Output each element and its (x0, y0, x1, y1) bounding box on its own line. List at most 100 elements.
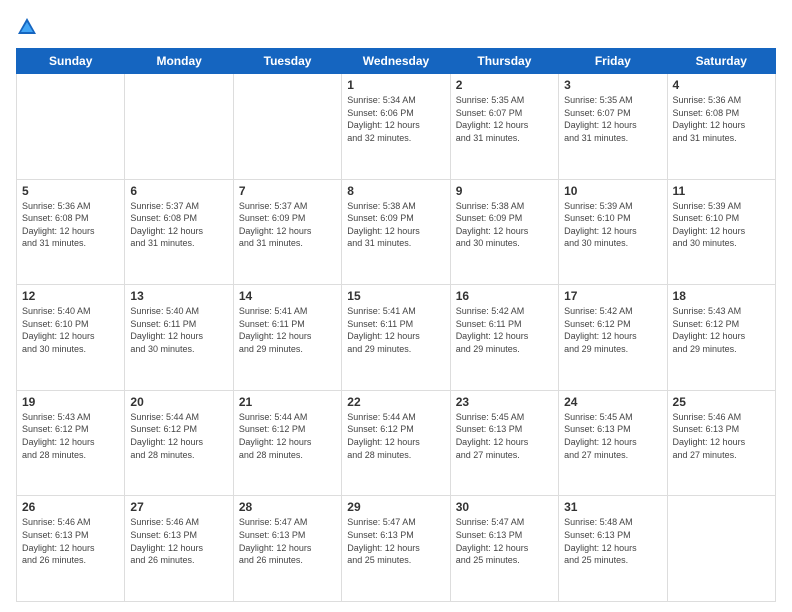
day-number: 28 (239, 500, 336, 514)
calendar-cell: 25 Sunrise: 5:46 AM Sunset: 6:13 PM Dayli… (667, 390, 775, 496)
day-info: Sunrise: 5:48 AM Sunset: 6:13 PM Dayligh… (564, 516, 661, 566)
day-number: 2 (456, 78, 553, 92)
day-number: 29 (347, 500, 444, 514)
calendar-cell: 6 Sunrise: 5:37 AM Sunset: 6:08 PM Daylig… (125, 179, 233, 285)
day-info: Sunrise: 5:45 AM Sunset: 6:13 PM Dayligh… (456, 411, 553, 461)
calendar-cell: 12 Sunrise: 5:40 AM Sunset: 6:10 PM Dayli… (17, 285, 125, 391)
day-number: 5 (22, 184, 119, 198)
header (16, 16, 776, 38)
calendar-week-row: 1 Sunrise: 5:34 AM Sunset: 6:06 PM Daylig… (17, 74, 776, 180)
day-info: Sunrise: 5:46 AM Sunset: 6:13 PM Dayligh… (22, 516, 119, 566)
calendar-week-row: 26 Sunrise: 5:46 AM Sunset: 6:13 PM Dayli… (17, 496, 776, 602)
day-number: 7 (239, 184, 336, 198)
logo-icon (16, 16, 38, 38)
calendar-cell: 3 Sunrise: 5:35 AM Sunset: 6:07 PM Daylig… (559, 74, 667, 180)
calendar-cell: 24 Sunrise: 5:45 AM Sunset: 6:13 PM Dayli… (559, 390, 667, 496)
day-number: 15 (347, 289, 444, 303)
calendar-cell: 4Sunrise: 5:36 AM Sunset: 6:08 PM Daylig… (667, 74, 775, 180)
day-info: Sunrise: 5:40 AM Sunset: 6:10 PM Dayligh… (22, 305, 119, 355)
calendar-cell: 11 Sunrise: 5:39 AM Sunset: 6:10 PM Dayli… (667, 179, 775, 285)
calendar-cell: 10 Sunrise: 5:39 AM Sunset: 6:10 PM Dayli… (559, 179, 667, 285)
calendar-cell: 8 Sunrise: 5:38 AM Sunset: 6:09 PM Daylig… (342, 179, 450, 285)
weekday-header: Friday (559, 49, 667, 74)
day-info: Sunrise: 5:42 AM Sunset: 6:12 PM Dayligh… (564, 305, 661, 355)
day-number: 26 (22, 500, 119, 514)
day-number: 17 (564, 289, 661, 303)
day-info: Sunrise: 5:34 AM Sunset: 6:06 PM Dayligh… (347, 94, 444, 144)
day-number: 19 (22, 395, 119, 409)
calendar-cell: 16 Sunrise: 5:42 AM Sunset: 6:11 PM Dayli… (450, 285, 558, 391)
day-info: Sunrise: 5:44 AM Sunset: 6:12 PM Dayligh… (130, 411, 227, 461)
calendar-cell: 7 Sunrise: 5:37 AM Sunset: 6:09 PM Daylig… (233, 179, 341, 285)
calendar-cell: 31 Sunrise: 5:48 AM Sunset: 6:13 PM Dayli… (559, 496, 667, 602)
calendar-cell: 1 Sunrise: 5:34 AM Sunset: 6:06 PM Daylig… (342, 74, 450, 180)
day-info: Sunrise: 5:39 AM Sunset: 6:10 PM Dayligh… (673, 200, 770, 250)
day-info: Sunrise: 5:46 AM Sunset: 6:13 PM Dayligh… (673, 411, 770, 461)
calendar-cell: 26 Sunrise: 5:46 AM Sunset: 6:13 PM Dayli… (17, 496, 125, 602)
day-number: 24 (564, 395, 661, 409)
day-number: 18 (673, 289, 770, 303)
day-info: Sunrise: 5:38 AM Sunset: 6:09 PM Dayligh… (456, 200, 553, 250)
calendar-cell: 9Sunrise: 5:38 AM Sunset: 6:09 PM Daylig… (450, 179, 558, 285)
day-info: Sunrise: 5:44 AM Sunset: 6:12 PM Dayligh… (239, 411, 336, 461)
day-info: Sunrise: 5:43 AM Sunset: 6:12 PM Dayligh… (673, 305, 770, 355)
day-number: 13 (130, 289, 227, 303)
day-info: Sunrise: 5:35 AM Sunset: 6:07 PM Dayligh… (456, 94, 553, 144)
calendar-table: SundayMondayTuesdayWednesdayThursdayFrid… (16, 48, 776, 602)
page: SundayMondayTuesdayWednesdayThursdayFrid… (0, 0, 792, 612)
day-number: 27 (130, 500, 227, 514)
calendar-week-row: 12 Sunrise: 5:40 AM Sunset: 6:10 PM Dayli… (17, 285, 776, 391)
calendar-cell: 23Sunrise: 5:45 AM Sunset: 6:13 PM Dayli… (450, 390, 558, 496)
day-number: 14 (239, 289, 336, 303)
calendar-cell: 30 Sunrise: 5:47 AM Sunset: 6:13 PM Dayli… (450, 496, 558, 602)
calendar-cell (125, 74, 233, 180)
calendar-cell: 27 Sunrise: 5:46 AM Sunset: 6:13 PM Dayli… (125, 496, 233, 602)
day-info: Sunrise: 5:43 AM Sunset: 6:12 PM Dayligh… (22, 411, 119, 461)
calendar-week-row: 5Sunrise: 5:36 AM Sunset: 6:08 PM Daylig… (17, 179, 776, 285)
day-number: 8 (347, 184, 444, 198)
day-info: Sunrise: 5:47 AM Sunset: 6:13 PM Dayligh… (239, 516, 336, 566)
weekday-header: Thursday (450, 49, 558, 74)
weekday-header-row: SundayMondayTuesdayWednesdayThursdayFrid… (17, 49, 776, 74)
day-number: 25 (673, 395, 770, 409)
day-number: 3 (564, 78, 661, 92)
calendar-cell: 29 Sunrise: 5:47 AM Sunset: 6:13 PM Dayli… (342, 496, 450, 602)
calendar-cell: 20 Sunrise: 5:44 AM Sunset: 6:12 PM Dayli… (125, 390, 233, 496)
calendar-week-row: 19 Sunrise: 5:43 AM Sunset: 6:12 PM Dayli… (17, 390, 776, 496)
calendar-cell: 22Sunrise: 5:44 AM Sunset: 6:12 PM Dayli… (342, 390, 450, 496)
day-number: 11 (673, 184, 770, 198)
day-info: Sunrise: 5:46 AM Sunset: 6:13 PM Dayligh… (130, 516, 227, 566)
calendar-cell (233, 74, 341, 180)
day-number: 4 (673, 78, 770, 92)
day-info: Sunrise: 5:37 AM Sunset: 6:08 PM Dayligh… (130, 200, 227, 250)
day-number: 6 (130, 184, 227, 198)
day-info: Sunrise: 5:37 AM Sunset: 6:09 PM Dayligh… (239, 200, 336, 250)
day-info: Sunrise: 5:41 AM Sunset: 6:11 PM Dayligh… (347, 305, 444, 355)
day-number: 12 (22, 289, 119, 303)
day-number: 10 (564, 184, 661, 198)
day-info: Sunrise: 5:35 AM Sunset: 6:07 PM Dayligh… (564, 94, 661, 144)
calendar-cell (667, 496, 775, 602)
day-number: 30 (456, 500, 553, 514)
day-info: Sunrise: 5:44 AM Sunset: 6:12 PM Dayligh… (347, 411, 444, 461)
day-info: Sunrise: 5:38 AM Sunset: 6:09 PM Dayligh… (347, 200, 444, 250)
calendar-cell: 15 Sunrise: 5:41 AM Sunset: 6:11 PM Dayli… (342, 285, 450, 391)
calendar-cell: 13Sunrise: 5:40 AM Sunset: 6:11 PM Dayli… (125, 285, 233, 391)
weekday-header: Wednesday (342, 49, 450, 74)
day-number: 31 (564, 500, 661, 514)
day-info: Sunrise: 5:39 AM Sunset: 6:10 PM Dayligh… (564, 200, 661, 250)
calendar-cell (17, 74, 125, 180)
day-number: 20 (130, 395, 227, 409)
weekday-header: Saturday (667, 49, 775, 74)
day-number: 16 (456, 289, 553, 303)
day-info: Sunrise: 5:47 AM Sunset: 6:13 PM Dayligh… (456, 516, 553, 566)
day-info: Sunrise: 5:45 AM Sunset: 6:13 PM Dayligh… (564, 411, 661, 461)
day-number: 1 (347, 78, 444, 92)
weekday-header: Sunday (17, 49, 125, 74)
calendar-cell: 17 Sunrise: 5:42 AM Sunset: 6:12 PM Dayli… (559, 285, 667, 391)
day-info: Sunrise: 5:42 AM Sunset: 6:11 PM Dayligh… (456, 305, 553, 355)
calendar-cell: 14 Sunrise: 5:41 AM Sunset: 6:11 PM Dayli… (233, 285, 341, 391)
day-number: 21 (239, 395, 336, 409)
day-info: Sunrise: 5:47 AM Sunset: 6:13 PM Dayligh… (347, 516, 444, 566)
day-info: Sunrise: 5:41 AM Sunset: 6:11 PM Dayligh… (239, 305, 336, 355)
